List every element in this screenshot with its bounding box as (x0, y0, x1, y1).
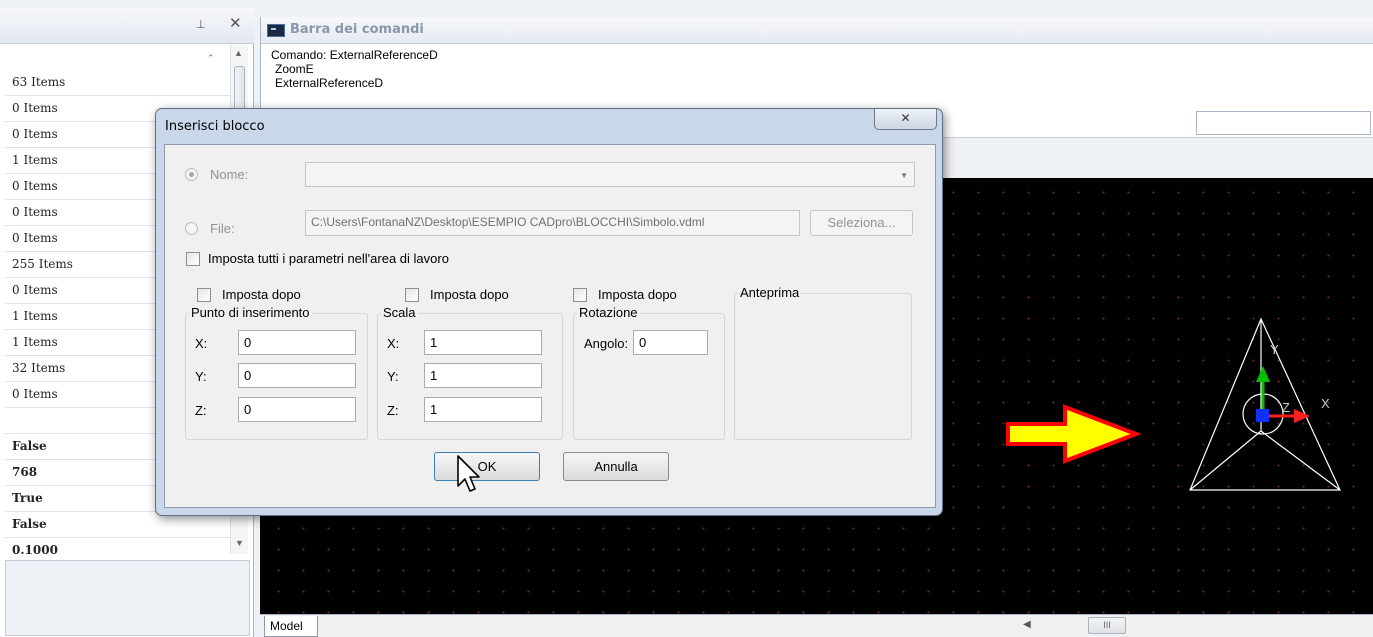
scroll-left-icon[interactable]: ◀ (1023, 619, 1031, 630)
insertion-x-label: X: (195, 336, 208, 351)
preview-group: Anteprima (734, 285, 912, 440)
insertion-point-title: Punto di inserimento (189, 305, 312, 320)
console-icon (267, 24, 285, 37)
dialog-close-button[interactable]: ✕ (874, 109, 937, 130)
scale-z-label: Z: (387, 403, 399, 418)
command-history-line: ZoomE (275, 62, 314, 76)
file-radio[interactable] (185, 222, 198, 235)
set-all-params-label: Imposta tutti i parametri nell'area di l… (208, 251, 449, 266)
name-radio[interactable] (185, 168, 198, 181)
insertion-set-later-label: Imposta dopo (222, 287, 301, 302)
scroll-up-icon[interactable]: ▲ (234, 48, 243, 58)
horizontal-scrollbar-thumb[interactable]: III (1088, 617, 1126, 634)
insertion-point-group: Punto di inserimento X: 0 Y: 0 Z: 0 (185, 305, 368, 440)
file-path-field[interactable]: C:\Users\FontanaNZ\Desktop\ESEMPIO CADpr… (305, 210, 800, 236)
insertion-y-label: Y: (195, 369, 207, 384)
yellow-arrow-shape (1006, 404, 1142, 464)
close-icon: ✕ (900, 111, 911, 125)
insertion-z-label: Z: (195, 403, 207, 418)
chevron-down-icon: ▼ (900, 171, 908, 180)
scale-y-label: Y: (387, 369, 399, 384)
preview-title: Anteprima (738, 285, 802, 300)
file-label: File: (210, 221, 235, 236)
inserted-block-symbol (1189, 317, 1341, 491)
tab-model[interactable]: Model (264, 616, 318, 637)
command-bar-header: Barra dei comandi (261, 17, 1373, 44)
dialog-body: Nome: ▼ File: C:\Users\FontanaNZ\Desktop… (164, 144, 936, 508)
rotation-set-later-label: Imposta dopo (598, 287, 677, 302)
command-input[interactable] (1196, 111, 1371, 135)
cancel-button[interactable]: Annulla (563, 452, 669, 481)
scale-z-input[interactable]: 1 (424, 397, 542, 422)
layout-tab-bar: Model ◀ III (260, 614, 1373, 637)
property-description-box (5, 560, 250, 636)
insertion-x-input[interactable]: 0 (238, 330, 356, 355)
name-label: Nome: (210, 167, 249, 182)
pin-icon[interactable]: ⊥ (196, 18, 206, 31)
scale-x-label: X: (387, 336, 400, 351)
ucs-y-label: Y (1270, 342, 1279, 357)
browse-button[interactable]: Seleziona... (810, 210, 913, 236)
dialog-title: Inserisci blocco (165, 119, 265, 134)
scale-y-input[interactable]: 1 (424, 363, 542, 388)
ucs-z-label: Z (1282, 400, 1290, 415)
block-name-dropdown[interactable]: ▼ (305, 162, 915, 187)
insert-block-dialog: Inserisci blocco ✕ Nome: ▼ File: C:\User… (155, 108, 943, 516)
close-icon[interactable]: ✕ (229, 14, 242, 32)
property-value[interactable]: 63 Items (5, 70, 230, 96)
scale-group: Scala X: 1 Y: 1 Z: 1 (377, 305, 563, 440)
scale-set-later-label: Imposta dopo (430, 287, 509, 302)
command-history-line: ExternalReferenceD (275, 76, 384, 90)
scale-x-input[interactable]: 1 (424, 330, 542, 355)
rotation-set-later-checkbox[interactable] (573, 288, 587, 302)
rotation-angle-label: Angolo: (584, 336, 629, 351)
mouse-pointer-icon (457, 455, 480, 492)
command-history: Comando: ExternalReferenceD ZoomE Extern… (271, 48, 438, 90)
insertion-z-input[interactable]: 0 (238, 397, 356, 422)
insertion-y-input[interactable]: 0 (238, 363, 356, 388)
scale-set-later-checkbox[interactable] (405, 288, 419, 302)
rotation-angle-input[interactable]: 0 (633, 330, 708, 355)
ucs-x-label: X (1321, 396, 1330, 411)
ucs-axis-icon: Y Z X (1256, 342, 1330, 423)
properties-panel-header: ⊥ ✕ (0, 8, 254, 44)
set-all-params-checkbox[interactable] (186, 252, 200, 266)
insertion-set-later-checkbox[interactable] (197, 288, 211, 302)
command-bar-title: Barra dei comandi (290, 22, 424, 37)
ok-button[interactable]: OK (434, 452, 540, 481)
rotation-title: Rotazione (577, 305, 640, 320)
scale-title: Scala (381, 305, 418, 320)
command-history-line: Comando: ExternalReferenceD (271, 48, 438, 62)
rotation-group: Rotazione Angolo: 0 (573, 305, 725, 440)
scroll-down-icon[interactable]: ▼ (235, 538, 244, 548)
